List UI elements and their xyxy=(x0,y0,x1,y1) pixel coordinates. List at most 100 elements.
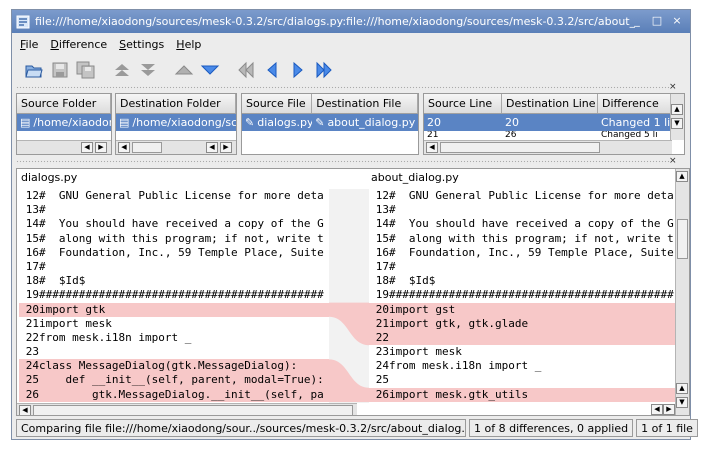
lines-vscroll[interactable]: ▲ ▼ xyxy=(670,94,684,140)
line-number: 18 xyxy=(375,274,389,288)
line-text: gtk.MessageDialog.__init__(self, pa xyxy=(39,387,324,401)
dest-folder-hscroll[interactable]: ◀ ◀ ▶ xyxy=(116,140,236,154)
right-code-pane[interactable]: 12# GNU General Public License for more … xyxy=(369,189,675,402)
code-line: 16# Foundation, Inc., 59 Temple Place, S… xyxy=(369,246,675,260)
line-text: import gtk xyxy=(39,302,106,316)
scroll-thumb[interactable] xyxy=(440,142,600,153)
scroll-down-icon[interactable]: ▼ xyxy=(676,397,688,408)
dest-line-header[interactable]: Destination Line xyxy=(502,94,598,113)
scroll-thumb[interactable] xyxy=(132,142,162,153)
code-line: 24class MessageDialog(gtk.MessageDialog)… xyxy=(19,359,329,374)
maximize-button[interactable]: □ xyxy=(650,13,664,29)
scroll-up-icon[interactable]: ▲ xyxy=(676,383,688,394)
code-line: 14# You should have received a copy of t… xyxy=(369,217,675,231)
line-number: 22 xyxy=(25,330,39,344)
scroll-left-icon[interactable]: ◀ xyxy=(118,142,130,153)
down-double-icon[interactable] xyxy=(136,58,160,82)
next-icon[interactable] xyxy=(286,58,310,82)
top-panel-grip[interactable] xyxy=(16,86,676,90)
diff-vscroll[interactable]: ▲ ▲ ▼ xyxy=(675,169,689,415)
scroll-right-icon[interactable]: ▶ xyxy=(663,404,675,415)
code-line: 13# xyxy=(19,203,329,217)
line-number: 12 xyxy=(25,189,39,202)
source-file-item[interactable]: ✎ dialogs.py xyxy=(242,114,313,131)
code-line: 26 gtk.MessageDialog.__init__(self, pa xyxy=(19,387,329,402)
scroll-down-icon[interactable]: ▼ xyxy=(671,118,683,129)
up-double-icon[interactable] xyxy=(110,58,134,82)
line-number: 14 xyxy=(25,217,39,231)
line-diff-cell: Changed 1 lin xyxy=(601,116,672,129)
save-all-icon[interactable] xyxy=(74,58,98,82)
source-folder-header[interactable]: Source Folder xyxy=(17,94,111,113)
line-text: class MessageDialog(gtk.MessageDialog): xyxy=(39,359,298,373)
line-number: 26 xyxy=(375,387,389,401)
dest-folder-item[interactable]: ▤/home/xiaodong/sc xyxy=(116,114,236,131)
code-line: 21import gtk, gtk.glade xyxy=(369,316,675,331)
left-code-pane[interactable]: 12# GNU General Public License for more … xyxy=(19,189,329,402)
save-icon[interactable] xyxy=(48,58,72,82)
line-text: # $Id$ xyxy=(389,274,436,288)
menu-file[interactable]: File xyxy=(20,38,38,51)
scroll-right-icon[interactable]: ▶ xyxy=(95,142,107,153)
scroll-left-icon[interactable]: ◀ xyxy=(206,142,218,153)
title-bar[interactable]: file:///home/xiaodong/sources/mesk-0.3.2… xyxy=(12,10,690,33)
minimize-button[interactable]: _ xyxy=(630,13,644,29)
line-number: 21 xyxy=(25,316,39,330)
scroll-thumb[interactable] xyxy=(677,219,688,259)
line-row-selected[interactable]: 20 20 Changed 1 lin xyxy=(424,114,684,131)
code-line: 15# along with this program; if not, wri… xyxy=(19,232,329,246)
line-text: # xyxy=(39,203,46,217)
lines-hscroll[interactable]: ◀ xyxy=(424,140,672,154)
first-icon[interactable] xyxy=(234,58,258,82)
prev-icon[interactable] xyxy=(260,58,284,82)
code-line: 16# Foundation, Inc., 59 Temple Place, S… xyxy=(19,246,329,260)
menu-settings[interactable]: Settings xyxy=(119,38,164,51)
line-number: 19 xyxy=(25,288,39,302)
line-text: import gtk, gtk.glade xyxy=(389,316,529,330)
source-line-header[interactable]: Source Line xyxy=(424,94,502,113)
close-button[interactable]: × xyxy=(670,13,684,29)
bottom-panel-close-icon[interactable]: × xyxy=(669,156,677,166)
right-hscroll[interactable]: ◀ ▶ xyxy=(369,403,675,415)
up-icon[interactable] xyxy=(172,58,196,82)
line-number: 23 xyxy=(375,345,389,359)
line-number: 22 xyxy=(375,330,389,344)
code-line: 19######################################… xyxy=(369,288,675,302)
code-line: 21import mesk xyxy=(19,317,329,331)
menu-help[interactable]: Help xyxy=(176,38,201,51)
dest-file-item[interactable]: ✎ about_dialog.py xyxy=(312,114,418,131)
line-text: import mesk xyxy=(389,345,462,359)
line-number: 15 xyxy=(25,231,39,245)
scroll-thumb[interactable] xyxy=(33,405,353,415)
dest-file-header[interactable]: Destination File xyxy=(312,94,418,113)
line-row[interactable]: 21 26 Changed 5 li xyxy=(424,131,684,139)
scroll-left-icon[interactable]: ◀ xyxy=(81,142,93,153)
code-line: 15# along with this program; if not, wri… xyxy=(369,232,675,246)
open-icon[interactable] xyxy=(22,58,46,82)
dest-folder-header[interactable]: Destination Folder xyxy=(116,94,236,113)
difference-header[interactable]: Difference xyxy=(598,94,672,113)
scroll-left-icon[interactable]: ◀ xyxy=(651,404,663,415)
menu-difference[interactable]: Difference xyxy=(50,38,107,51)
line-number: 25 xyxy=(25,373,39,387)
scroll-up-icon[interactable]: ▲ xyxy=(671,104,683,115)
last-icon[interactable] xyxy=(312,58,336,82)
line-text: # $Id$ xyxy=(39,274,86,288)
source-folder-item[interactable]: ▤/home/xiaodong xyxy=(17,114,111,131)
source-folder-hscroll[interactable]: ◀ ▶ xyxy=(17,140,111,154)
scroll-up-icon[interactable]: ▲ xyxy=(676,171,688,182)
down-icon[interactable] xyxy=(198,58,222,82)
folders-pane-source: Source Folder ▤/home/xiaodong ◀ ▶ xyxy=(16,93,112,155)
scroll-left-icon[interactable]: ◀ xyxy=(426,142,438,153)
source-file-header[interactable]: Source File xyxy=(242,94,313,113)
left-file-name: dialogs.py xyxy=(21,171,78,184)
bottom-panel-grip[interactable] xyxy=(16,160,676,164)
scroll-right-icon[interactable]: ▶ xyxy=(220,142,232,153)
line-text: import gst xyxy=(389,302,456,316)
top-panel-close-icon[interactable]: × xyxy=(669,82,677,92)
left-hscroll[interactable]: ◀ xyxy=(17,403,357,415)
scroll-left-icon[interactable]: ◀ xyxy=(19,405,31,415)
line-number: 16 xyxy=(375,245,389,259)
python-file-icon: ✎ xyxy=(315,116,325,129)
files-pane: Source File Destination File ✎ dialogs.py… xyxy=(241,93,419,155)
